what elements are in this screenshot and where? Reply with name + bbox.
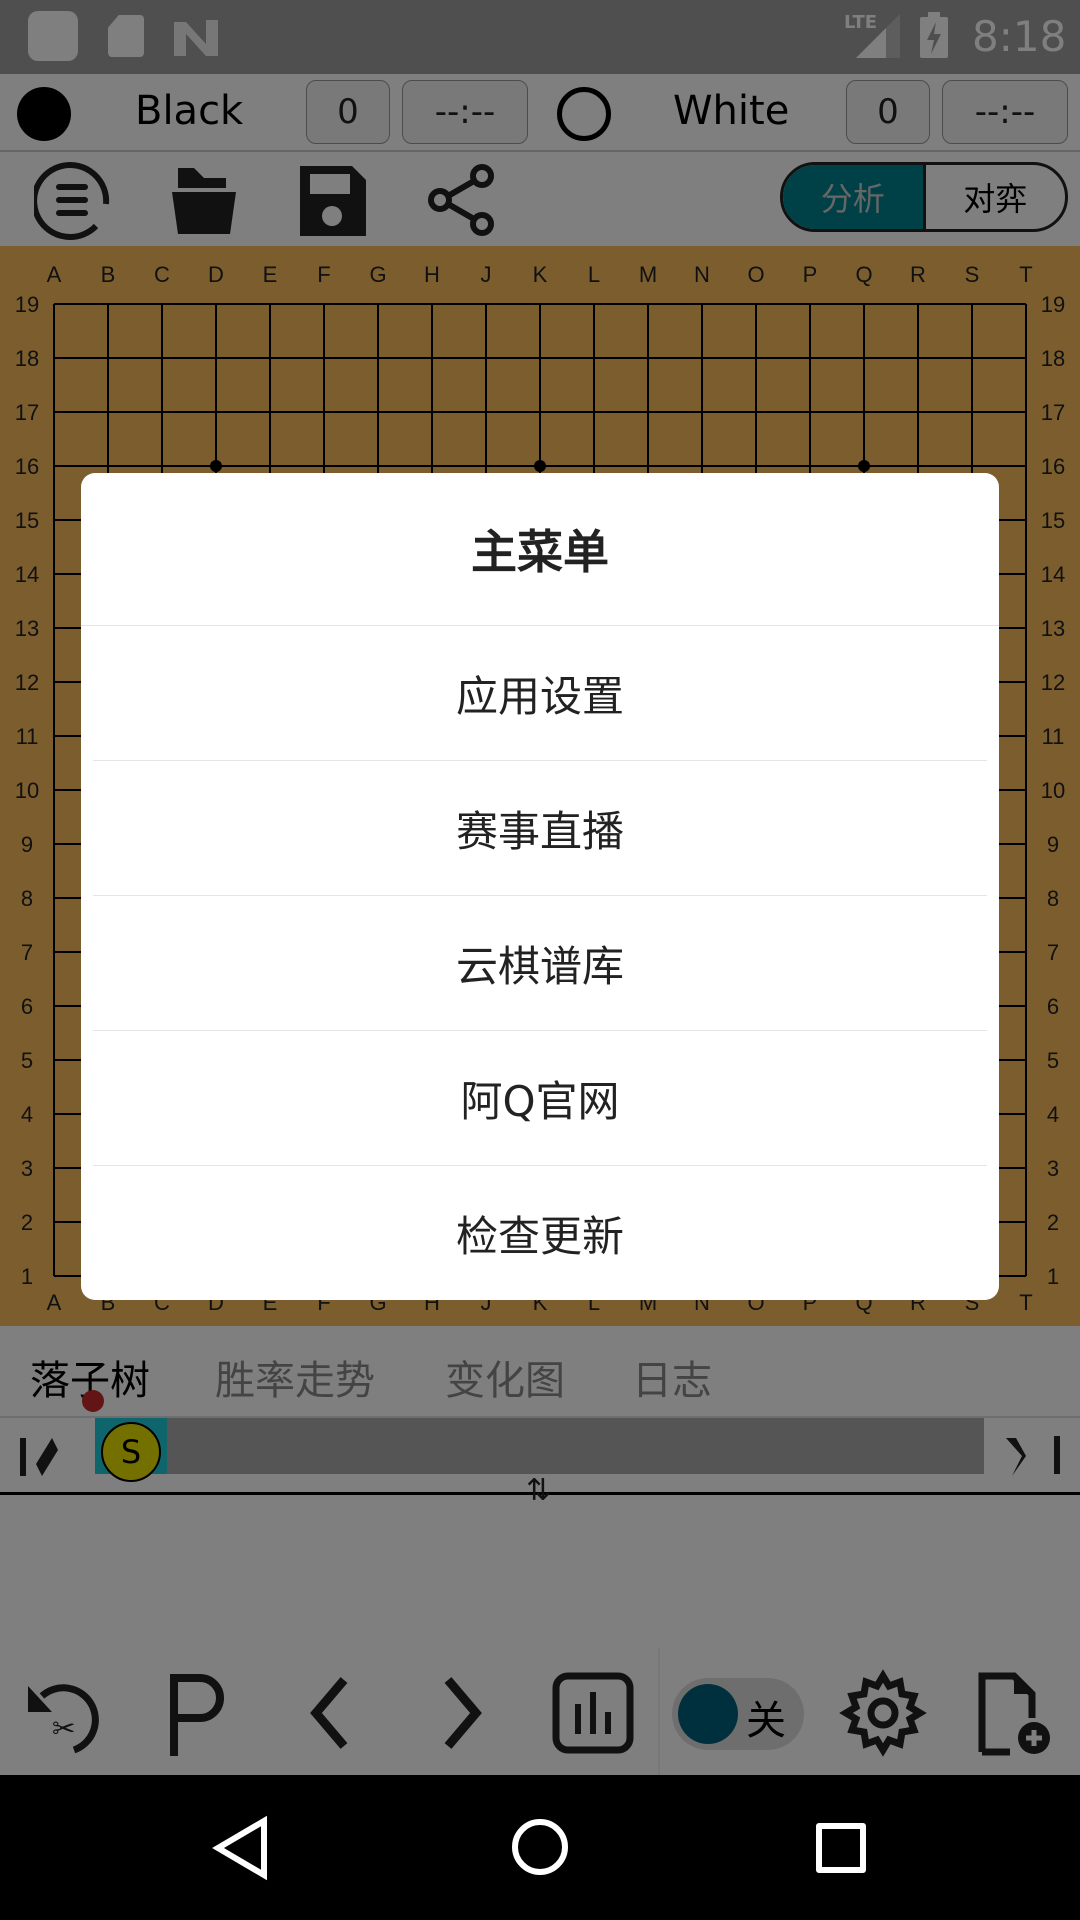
back-icon[interactable] xyxy=(212,1815,272,1881)
menu-item-cloud-library[interactable]: 云棋谱库 xyxy=(93,896,987,1031)
home-icon[interactable] xyxy=(512,1819,568,1875)
menu-item-check-update[interactable]: 检查更新 xyxy=(93,1166,987,1300)
menu-item-live-events[interactable]: 赛事直播 xyxy=(93,761,987,896)
recents-icon[interactable] xyxy=(816,1823,866,1873)
dialog-title: 主菜单 xyxy=(81,473,999,626)
menu-item-app-settings[interactable]: 应用设置 xyxy=(93,626,987,761)
menu-item-official-site[interactable]: 阿Q官网 xyxy=(93,1031,987,1166)
navigation-bar xyxy=(0,1775,1080,1920)
main-menu-dialog: 主菜单 应用设置 赛事直播 云棋谱库 阿Q官网 检查更新 xyxy=(81,473,999,1300)
